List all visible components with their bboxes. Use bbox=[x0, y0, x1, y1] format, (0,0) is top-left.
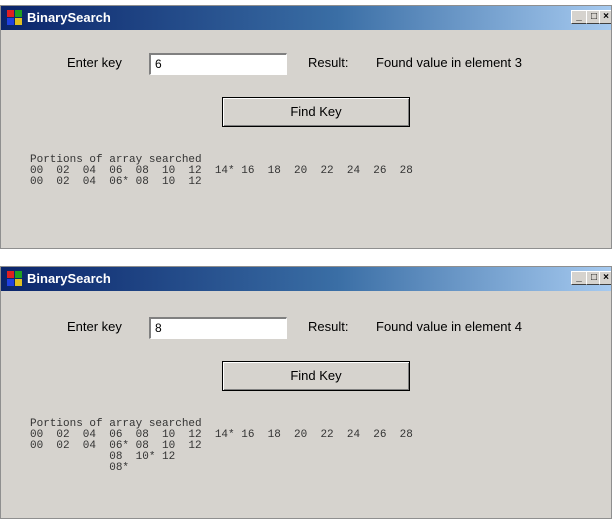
close-button[interactable]: × bbox=[599, 271, 611, 285]
enter-key-label: Enter key bbox=[67, 319, 122, 334]
key-input[interactable]: 6 bbox=[149, 53, 287, 75]
title-bar[interactable]: BinarySearch _ □ × bbox=[1, 267, 611, 291]
binary-search-window-2: BinarySearch _ □ × Enter key 8 Result: F… bbox=[0, 266, 612, 519]
binary-search-window-1: BinarySearch _ □ × Enter key 6 Result: F… bbox=[0, 5, 612, 249]
find-key-button[interactable]: Find Key bbox=[222, 97, 410, 127]
output-area: Portions of array searched 00 02 04 06 0… bbox=[30, 155, 413, 188]
output-area: Portions of array searched 00 02 04 06 0… bbox=[30, 419, 413, 474]
app-icon bbox=[7, 271, 23, 287]
output-line: 00 02 04 06* 08 10 12 bbox=[30, 176, 202, 188]
title-bar[interactable]: BinarySearch _ □ × bbox=[1, 6, 611, 30]
find-key-button[interactable]: Find Key bbox=[222, 361, 410, 391]
close-button[interactable]: × bbox=[599, 10, 611, 24]
window-title: BinarySearch bbox=[27, 10, 111, 25]
window-title: BinarySearch bbox=[27, 271, 111, 286]
enter-key-label: Enter key bbox=[67, 55, 122, 70]
result-label: Result: bbox=[308, 319, 349, 334]
output-line: 08* bbox=[30, 462, 130, 474]
result-text: Found value in element 3 bbox=[376, 55, 522, 70]
key-input[interactable]: 8 bbox=[149, 317, 287, 339]
minimize-button[interactable]: _ bbox=[571, 10, 587, 24]
minimize-button[interactable]: _ bbox=[571, 271, 587, 285]
app-icon bbox=[7, 10, 23, 26]
result-label: Result: bbox=[308, 55, 349, 70]
result-text: Found value in element 4 bbox=[376, 319, 522, 334]
